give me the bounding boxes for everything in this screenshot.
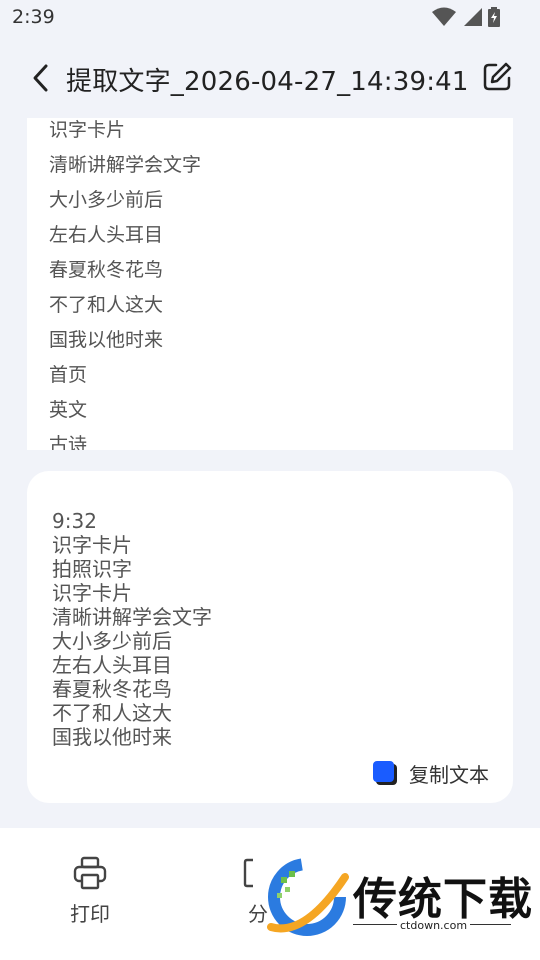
edit-button[interactable] bbox=[480, 60, 514, 94]
header: 提取文字_2026-04-27_14:39:41 bbox=[0, 50, 540, 106]
watermark-logo bbox=[267, 858, 349, 936]
copy-icon bbox=[373, 761, 397, 785]
source-image-preview: 识字卡片 清晰讲解学会文字 大小多少前后 左右人头耳目 春夏秋冬花鸟 不了和人这… bbox=[27, 118, 513, 450]
result-line: 左右人头耳目 bbox=[52, 653, 172, 677]
signal-icon bbox=[462, 7, 482, 31]
back-arrow-icon bbox=[33, 64, 48, 92]
result-card: 9:32 识字卡片 拍照识字 识字卡片 清晰讲解学会文字 大小多少前后 左右人头… bbox=[27, 471, 513, 803]
preview-line: 英文 bbox=[49, 399, 88, 421]
print-label: 打印 bbox=[70, 902, 110, 926]
printer-icon bbox=[73, 856, 107, 890]
copy-text-label: 复制文本 bbox=[409, 762, 489, 787]
preview-line: 左右人头耳目 bbox=[49, 224, 164, 246]
preview-line: 首页 bbox=[49, 364, 88, 386]
result-line: 不了和人这大 bbox=[52, 701, 172, 725]
result-line: 大小多少前后 bbox=[52, 629, 172, 653]
result-line: 清晰讲解学会文字 bbox=[52, 605, 212, 629]
result-line: 识字卡片 bbox=[52, 533, 132, 557]
preview-line: 清晰讲解学会文字 bbox=[49, 154, 202, 176]
result-line: 拍照识字 bbox=[52, 557, 132, 581]
back-button[interactable] bbox=[24, 60, 56, 96]
preview-line: 大小多少前后 bbox=[49, 189, 164, 211]
status-bar: 2:39 bbox=[0, 0, 540, 36]
preview-line: 识字卡片 bbox=[49, 119, 126, 141]
result-line: 国我以他时来 bbox=[52, 725, 172, 749]
preview-line: 国我以他时来 bbox=[49, 329, 164, 351]
result-line: 春夏秋冬花鸟 bbox=[52, 677, 172, 701]
result-line: 9:32 bbox=[52, 509, 97, 533]
watermark-brand: 传统下载 bbox=[353, 874, 533, 925]
wifi-icon bbox=[432, 7, 456, 31]
copy-text-button[interactable]: 复制文本 bbox=[371, 755, 489, 791]
preview-line: 不了和人这大 bbox=[49, 294, 164, 316]
result-line: 识字卡片 bbox=[52, 581, 132, 605]
print-button[interactable]: 打印 bbox=[50, 856, 130, 927]
edit-icon bbox=[483, 62, 512, 91]
status-time: 2:39 bbox=[12, 6, 55, 28]
status-icons bbox=[432, 7, 500, 31]
battery-icon bbox=[488, 7, 500, 31]
recognized-text[interactable]: 9:32 识字卡片 拍照识字 识字卡片 清晰讲解学会文字 大小多少前后 左右人头… bbox=[52, 509, 212, 749]
preview-line: 春夏秋冬花鸟 bbox=[49, 259, 164, 281]
page-title: 提取文字_2026-04-27_14:39:41 bbox=[66, 67, 469, 97]
watermark-url: ctdown.com bbox=[397, 919, 471, 932]
watermark: 传统下载 ctdown.com bbox=[265, 857, 532, 939]
preview-line: 古诗 bbox=[49, 434, 88, 450]
